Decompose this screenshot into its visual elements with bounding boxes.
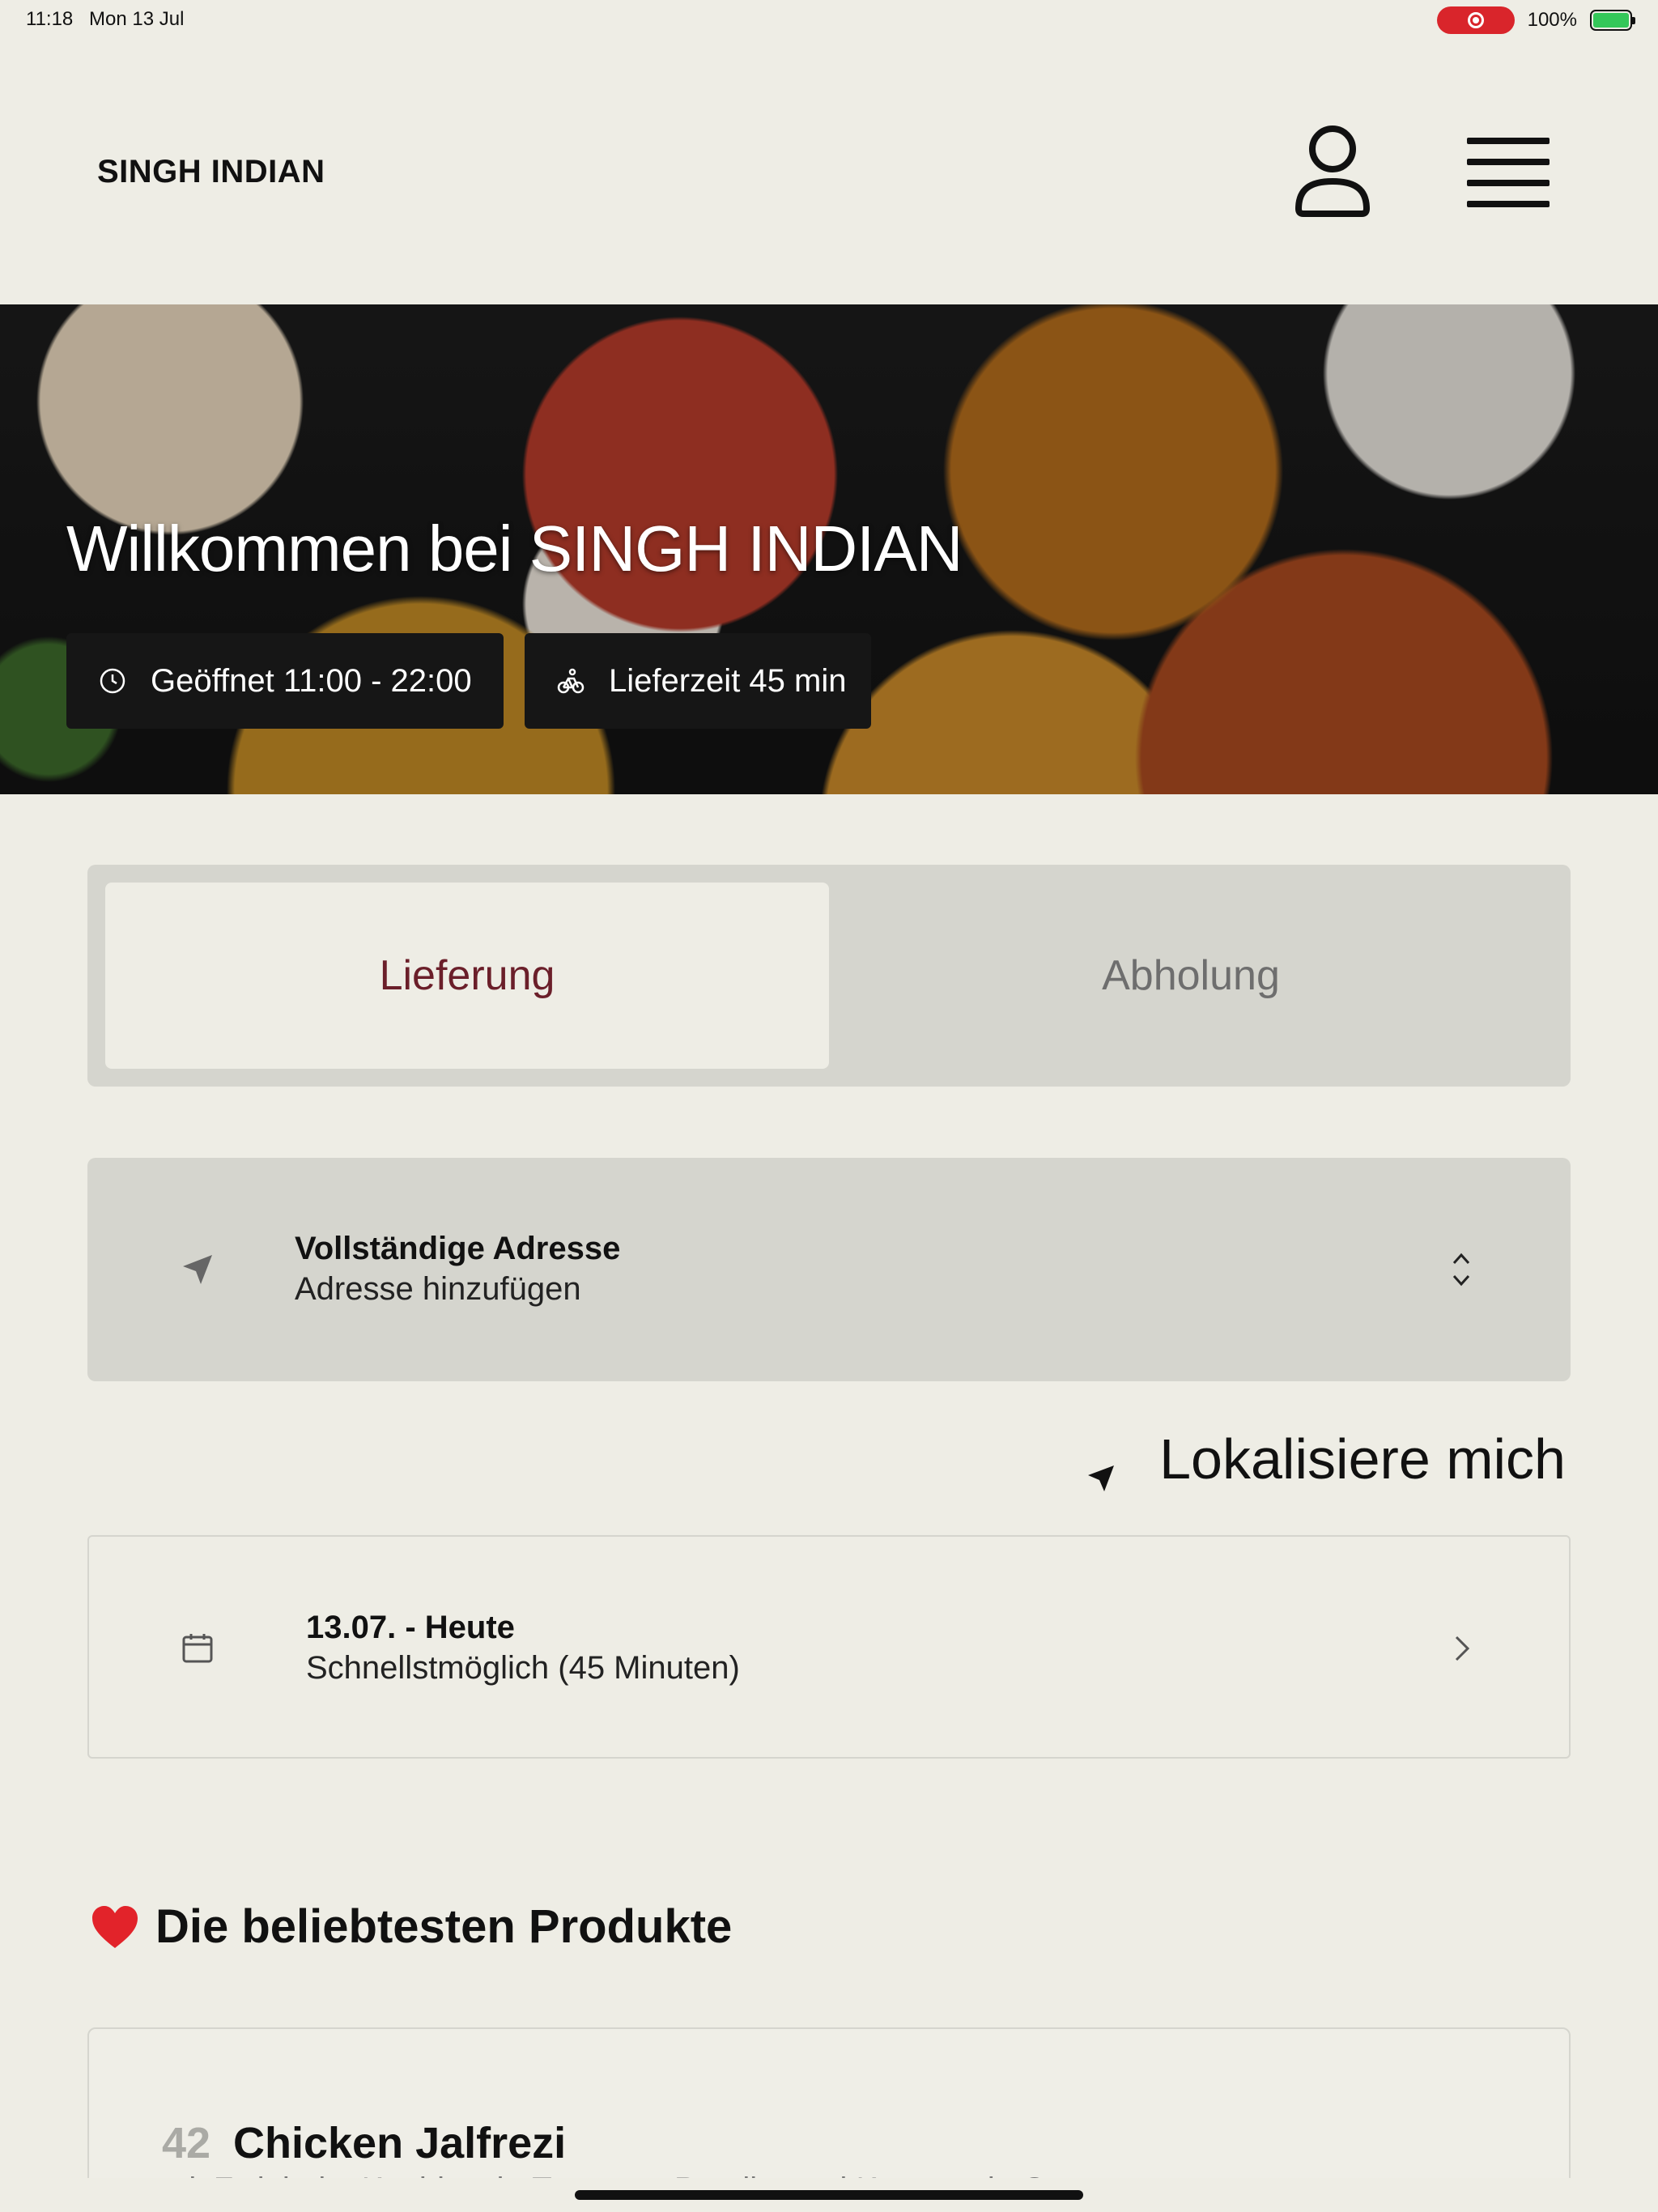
tab-delivery[interactable]: Lieferung bbox=[105, 883, 829, 1069]
hero-title: Willkommen bei SINGH INDIAN bbox=[66, 513, 963, 585]
battery-icon bbox=[1590, 10, 1635, 31]
battery-percent: 100% bbox=[1527, 9, 1577, 31]
brand-name[interactable]: SINGH INDIAN bbox=[97, 154, 325, 190]
order-type-toggle: Lieferung Abholung bbox=[87, 865, 1571, 1087]
status-right: 100% bbox=[1436, 6, 1635, 34]
locate-me-label: Lokalisiere mich bbox=[1159, 1427, 1566, 1491]
bicycle-icon bbox=[557, 667, 585, 695]
status-date: Mon 13 Jul bbox=[89, 8, 185, 30]
opening-hours-text: Geöffnet 11:00 - 22:00 bbox=[151, 662, 472, 699]
schedule-selector[interactable]: 13.07. - Heute Schnellstmöglich (45 Minu… bbox=[87, 1535, 1571, 1759]
app-header: SINGH INDIAN bbox=[0, 40, 1658, 304]
delivery-time-chip: Lieferzeit 45 min bbox=[525, 633, 871, 729]
user-icon[interactable] bbox=[1292, 125, 1373, 219]
schedule-time: Schnellstmöglich (45 Minuten) bbox=[306, 1650, 740, 1686]
location-arrow-icon bbox=[1085, 1443, 1117, 1491]
status-bar: 11:18 Mon 13 Jul 100% bbox=[0, 0, 1658, 40]
product-number: 42 bbox=[162, 2119, 211, 2167]
status-time: 11:18 bbox=[26, 8, 74, 30]
location-arrow-icon bbox=[178, 1250, 217, 1289]
schedule-date: 13.07. - Heute bbox=[306, 1610, 515, 1645]
hero-banner: Willkommen bei SINGH INDIAN Geöffnet 11:… bbox=[0, 304, 1658, 794]
address-label: Vollständige Adresse bbox=[295, 1231, 621, 1266]
popular-products-title: Die beliebtesten Produkte bbox=[91, 1899, 732, 1954]
calendar-icon bbox=[180, 1631, 215, 1666]
product-name: Chicken Jalfrezi bbox=[233, 2119, 567, 2167]
hamburger-menu-icon[interactable] bbox=[1467, 138, 1550, 207]
page: 11:18 Mon 13 Jul 100% SINGH INDIAN Willk… bbox=[0, 0, 1658, 2212]
record-icon[interactable] bbox=[1436, 6, 1515, 34]
chevron-right-icon bbox=[1452, 1632, 1472, 1665]
opening-hours-chip: Geöffnet 11:00 - 22:00 bbox=[66, 633, 504, 729]
popular-products-label: Die beliebtesten Produkte bbox=[155, 1900, 733, 1953]
address-selector[interactable]: Vollständige Adresse Adresse hinzufügen bbox=[87, 1158, 1571, 1381]
address-placeholder: Adresse hinzufügen bbox=[295, 1271, 581, 1307]
delivery-time-text: Lieferzeit 45 min bbox=[609, 662, 847, 699]
tab-pickup[interactable]: Abholung bbox=[829, 883, 1553, 1069]
chevron-updown-icon bbox=[1449, 1245, 1473, 1294]
heart-icon bbox=[91, 1904, 139, 1950]
clock-icon bbox=[99, 667, 126, 695]
locate-me-button[interactable]: Lokalisiere mich bbox=[1085, 1427, 1566, 1491]
home-indicator[interactable] bbox=[575, 2190, 1083, 2200]
